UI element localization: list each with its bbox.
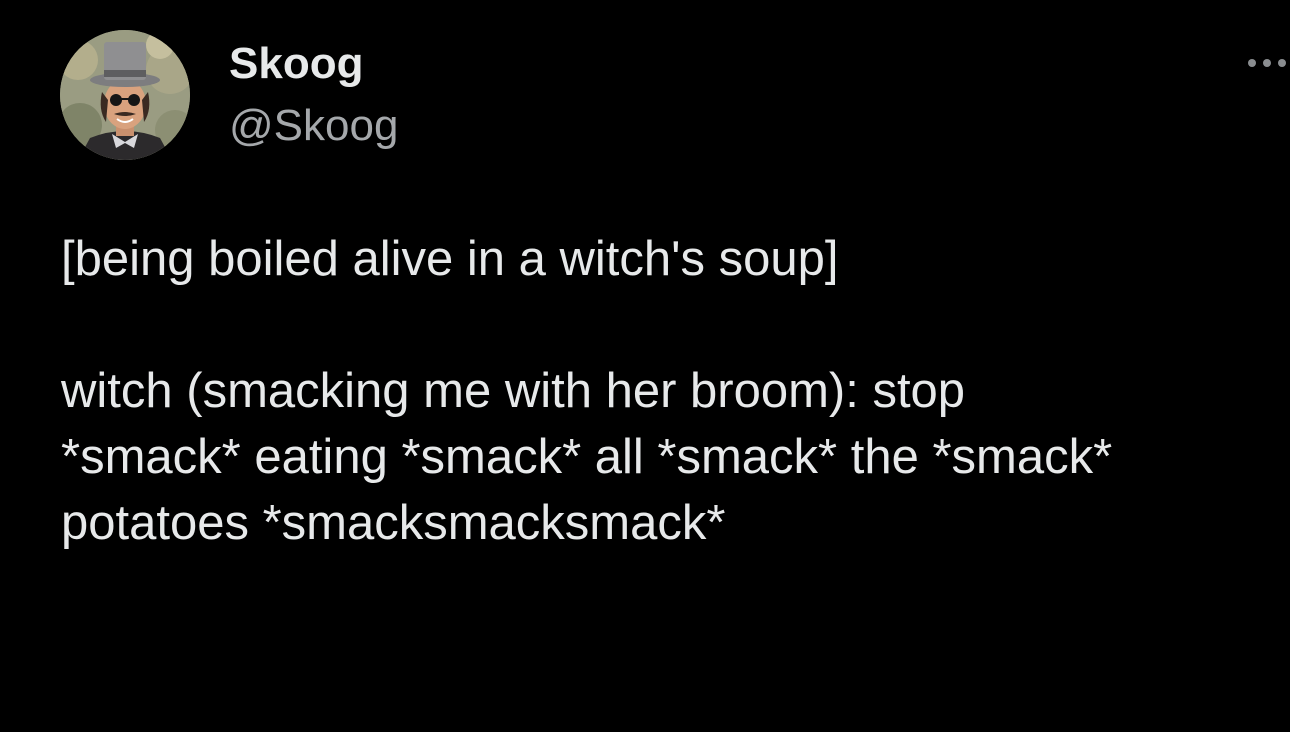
tweet-text-line: witch (smacking me with her broom): stop bbox=[61, 364, 966, 418]
tweet-text: [being boiled alive in a witch's soup] w… bbox=[61, 226, 1271, 556]
author-handle[interactable]: @Skoog bbox=[229, 100, 398, 152]
tweet-text-line: [being boiled alive in a witch's soup] bbox=[61, 232, 839, 286]
more-dots-icon bbox=[1278, 59, 1286, 67]
more-dots-icon bbox=[1263, 59, 1271, 67]
author-avatar[interactable] bbox=[60, 30, 190, 160]
tweet-text-line: *smack* eating *smack* all *smack* the *… bbox=[61, 430, 1113, 484]
tweet-card: Skoog @Skoog [being boiled alive in a wi… bbox=[0, 0, 1290, 732]
more-dots-icon bbox=[1248, 59, 1256, 67]
author-display-name[interactable]: Skoog bbox=[229, 38, 363, 90]
avatar-photo-icon bbox=[60, 30, 190, 160]
tweet-text-line: potatoes *smacksmacksmack* bbox=[61, 496, 726, 550]
more-options-button[interactable] bbox=[1244, 48, 1290, 78]
